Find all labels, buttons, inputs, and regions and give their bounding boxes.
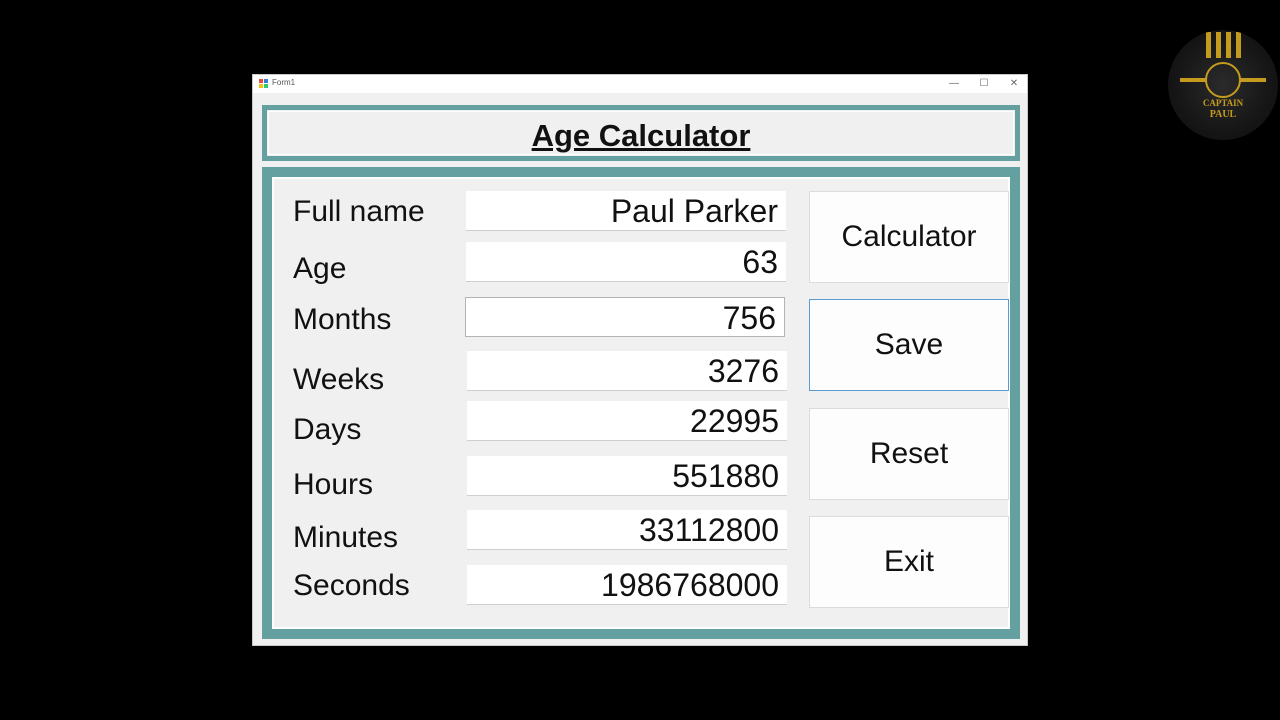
window-title: Form1 — [272, 78, 296, 87]
days-label: Days — [293, 413, 362, 446]
title-bar[interactable]: Form1 — ☐ ✕ — [253, 75, 1027, 93]
full-name-field[interactable]: Paul Parker — [466, 191, 786, 231]
calculator-button[interactable]: Calculator — [809, 191, 1009, 283]
header-panel: Age Calculator — [262, 105, 1020, 161]
hours-field[interactable]: 551880 — [467, 456, 787, 496]
logo-emblem-icon — [1205, 62, 1241, 98]
logo-text-line1: CAPTAIN — [1202, 98, 1244, 108]
seconds-field[interactable]: 1986768000 — [467, 565, 787, 605]
minutes-label: Minutes — [293, 521, 399, 554]
weeks-field[interactable]: 3276 — [467, 351, 787, 391]
full-name-label: Full name — [293, 195, 425, 228]
seconds-label: Seconds — [293, 569, 410, 602]
captain-paul-logo: CAPTAIN PAUL — [1168, 30, 1278, 140]
logo-text-line2: PAUL — [1209, 109, 1237, 120]
save-button[interactable]: Save — [809, 299, 1009, 391]
hours-label: Hours — [293, 468, 374, 501]
close-button[interactable]: ✕ — [999, 75, 1029, 93]
app-window: Form1 — ☐ ✕ Age Calculator Full name Pau… — [252, 74, 1028, 646]
minimize-button[interactable]: — — [939, 75, 969, 93]
app-icon — [259, 79, 268, 88]
app-title: Age Calculator — [531, 118, 751, 153]
minutes-field[interactable]: 33112800 — [467, 510, 787, 550]
days-field[interactable]: 22995 — [467, 401, 787, 441]
maximize-button[interactable]: ☐ — [969, 75, 999, 93]
exit-button[interactable]: Exit — [809, 516, 1009, 608]
weeks-label: Weeks — [293, 363, 385, 396]
months-label: Months — [293, 303, 392, 336]
months-field[interactable]: 756 — [465, 297, 785, 337]
form-panel: Full name Paul Parker Age 63 Months 756 … — [262, 167, 1020, 639]
reset-button[interactable]: Reset — [809, 408, 1009, 500]
age-label: Age — [293, 252, 347, 285]
age-field[interactable]: 63 — [466, 242, 786, 282]
